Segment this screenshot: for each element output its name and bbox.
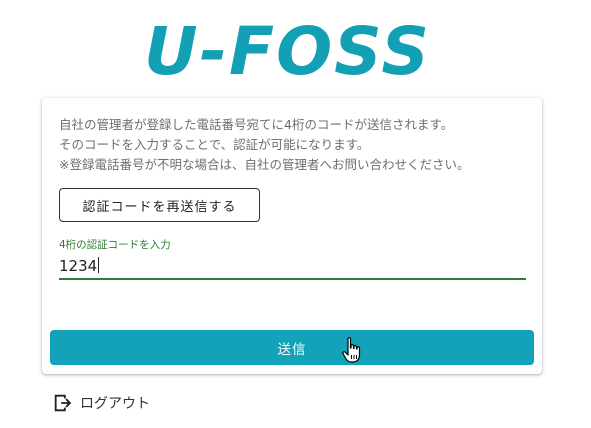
instruction-line-3: ※登録電話番号が不明な場合は、自社の管理者へお問い合わせください。 <box>59 157 470 172</box>
code-field-label: 4桁の認証コードを入力 <box>59 239 171 251</box>
logout-label: ログアウト <box>80 396 150 412</box>
logout-icon <box>54 394 72 412</box>
logo-text: U-FOSS <box>144 13 431 86</box>
u-foss-logo: U-FOSS <box>144 13 431 86</box>
resend-code-label: 認証コードを再送信する <box>82 199 237 215</box>
hand-pointer-cursor-icon <box>342 337 361 363</box>
instruction-line-2: そのコードを入力することで、認証が可能になります。 <box>59 137 370 152</box>
code-field[interactable]: 4桁の認証コードを入力 1234 <box>59 238 526 280</box>
auth-page: U-FOSS 自社の管理者が登録した電話番号宛てに4桁のコードが送信されます。 … <box>0 0 591 428</box>
submit-button[interactable]: 送信 <box>50 330 534 365</box>
resend-code-button[interactable]: 認証コードを再送信する <box>59 188 260 222</box>
logout-link[interactable]: ログアウト <box>52 392 150 414</box>
code-input[interactable]: 1234 <box>59 252 526 280</box>
verification-card: 自社の管理者が登録した電話番号宛てに4桁のコードが送信されます。 そのコードを入… <box>42 98 542 374</box>
submit-button-label: 送信 <box>277 341 307 358</box>
text-caret <box>98 257 100 273</box>
instruction-line-1: 自社の管理者が登録した電話番号宛てに4桁のコードが送信されます。 <box>59 117 454 132</box>
code-input-value: 1234 <box>59 257 98 275</box>
instruction-text: 自社の管理者が登録した電話番号宛てに4桁のコードが送信されます。 そのコードを入… <box>59 115 529 175</box>
